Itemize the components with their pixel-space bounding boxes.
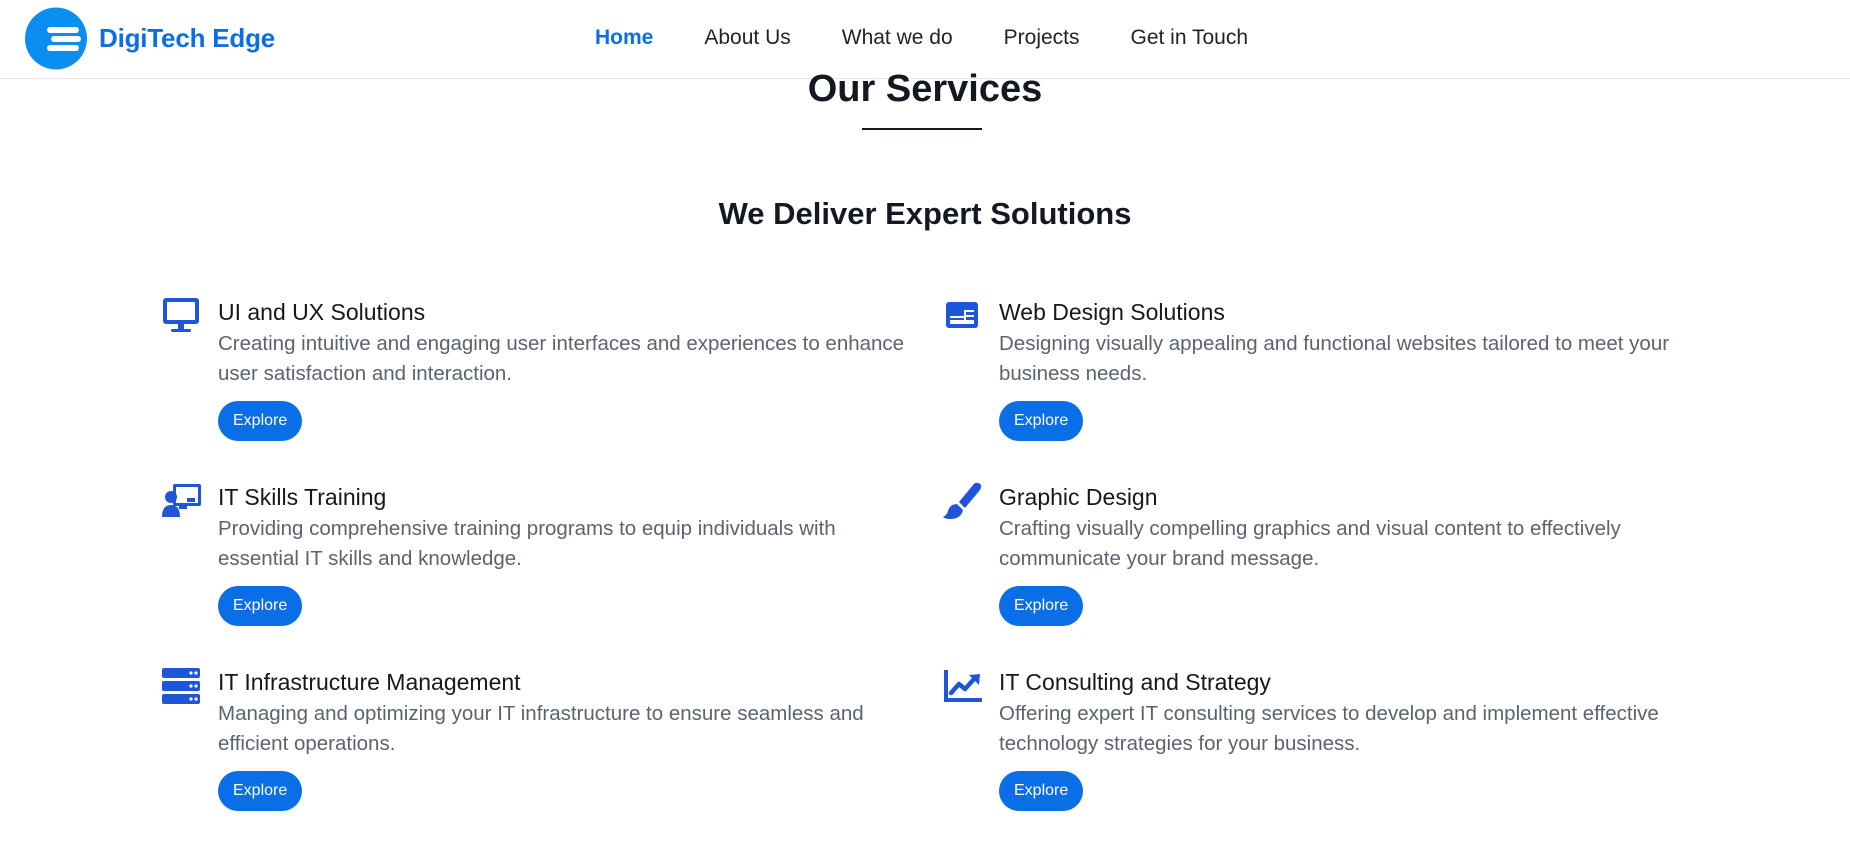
service-title: IT Skills Training: [218, 484, 387, 510]
nav-projects[interactable]: Projects: [1004, 24, 1080, 52]
service-title: UI and UX Solutions: [218, 299, 426, 325]
service-description: Creating intuitive and engaging user int…: [218, 332, 905, 385]
section-title: Our Services: [807, 68, 1043, 110]
nav-about-us[interactable]: About Us: [704, 24, 790, 52]
service-description: Providing comprehensive training program…: [218, 517, 836, 570]
explore-button[interactable]: Explore: [999, 401, 1084, 441]
nav-home[interactable]: Home: [595, 24, 653, 52]
explore-button[interactable]: Explore: [218, 771, 303, 811]
service-description: Designing visually appealing and functio…: [999, 332, 1670, 385]
nav-get-in-touch[interactable]: Get in Touch: [1131, 24, 1249, 52]
nav-what-we-do[interactable]: What we do: [842, 24, 953, 52]
title-divider: [862, 128, 982, 130]
service-description: Crafting visually compelling graphics an…: [999, 517, 1621, 570]
service-title: IT Consulting and Strategy: [999, 669, 1271, 695]
explore-button[interactable]: Explore: [218, 401, 303, 441]
teacher-board-icon: [162, 484, 201, 517]
web-layout-icon: [946, 302, 978, 328]
brand-name: DigiTech Edge: [99, 23, 276, 53]
explore-button[interactable]: Explore: [999, 771, 1084, 811]
paint-brush-icon: [943, 482, 982, 519]
service-title: IT Infrastructure Management: [218, 669, 521, 695]
brand-logo-icon: [25, 7, 87, 70]
explore-button[interactable]: Explore: [218, 586, 303, 626]
service-title: Web Design Solutions: [999, 299, 1225, 325]
brand-logo-link[interactable]: DigiTech Edge: [25, 7, 275, 70]
main-nav: Home About Us What we do Projects Get in…: [595, 24, 1299, 52]
monitor-icon: [163, 298, 199, 332]
service-description: Offering expert IT consulting services t…: [999, 702, 1659, 755]
service-title: Graphic Design: [999, 484, 1158, 510]
section-subtitle: We Deliver Expert Solutions: [718, 196, 1132, 231]
server-icon: [162, 668, 200, 704]
service-description: Managing and optimizing your IT infrastr…: [218, 702, 864, 755]
explore-button[interactable]: Explore: [999, 586, 1084, 626]
chart-line-icon: [944, 670, 982, 702]
